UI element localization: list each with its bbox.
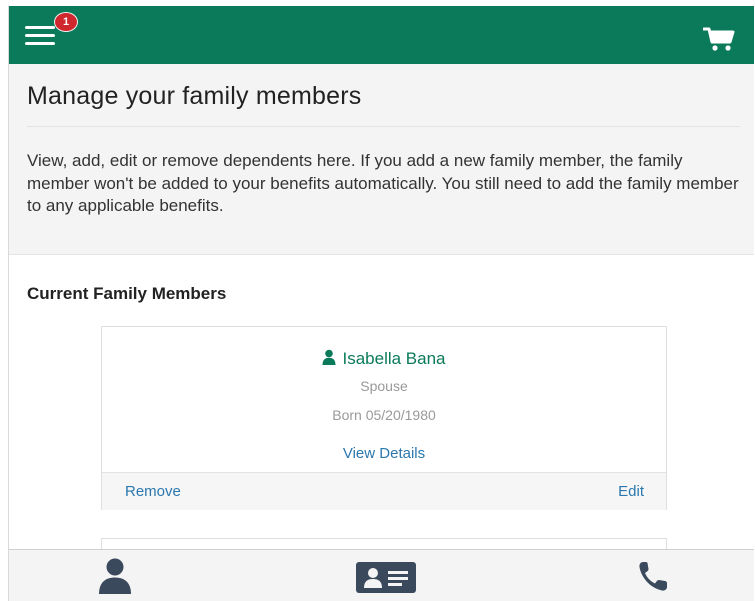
member-birth-date: Born 05/20/1980 (332, 407, 436, 423)
shopping-cart-icon (702, 27, 735, 51)
menu-button[interactable] (25, 26, 59, 48)
phone-icon (639, 562, 667, 591)
notification-badge[interactable]: 1 (54, 12, 78, 32)
person-icon (322, 349, 336, 365)
member-name-row: Isabella Bana (102, 349, 666, 369)
cart-button[interactable] (702, 26, 735, 52)
card-actions: Remove Edit (102, 472, 666, 510)
edit-member-link[interactable]: Edit (618, 483, 644, 500)
member-name: Isabella Bana (342, 349, 446, 368)
nav-phone-button[interactable] (635, 558, 675, 594)
remove-member-link[interactable]: Remove (125, 483, 181, 500)
family-member-card: Isabella Bana Spouse Born 05/20/1980 Vie… (101, 326, 667, 510)
top-app-bar: 1 (9, 6, 754, 64)
page-title: Manage your family members (27, 82, 362, 110)
title-divider (27, 126, 740, 127)
bottom-navigation (9, 549, 754, 601)
hamburger-menu-icon-bar (25, 42, 55, 45)
person-icon (99, 558, 131, 594)
id-card-icon (356, 562, 416, 593)
member-relationship: Spouse (360, 378, 408, 394)
hamburger-menu-icon-bar (25, 34, 55, 37)
hamburger-menu-icon-bar (25, 26, 55, 29)
view-details-link[interactable]: View Details (102, 445, 666, 462)
nav-profile-button[interactable] (95, 558, 135, 594)
nav-id-card-button[interactable] (355, 558, 417, 594)
app-frame: 1 Manage your family members View, add, … (8, 6, 754, 601)
page-description: View, add, edit or remove dependents her… (27, 151, 739, 215)
current-family-members-heading: Current Family Members (27, 284, 227, 303)
page-header-section: Manage your family members View, add, ed… (9, 64, 754, 255)
